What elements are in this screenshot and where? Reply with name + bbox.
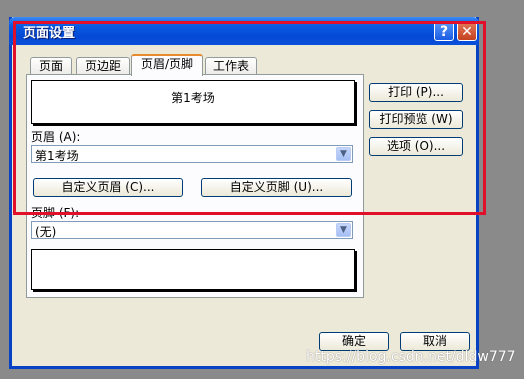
footer-select-value: (无) bbox=[35, 225, 57, 239]
header-preview-text: 第1考场 bbox=[171, 91, 215, 105]
header-preview: 第1考场 bbox=[31, 80, 355, 124]
help-button[interactable]: ? bbox=[434, 21, 454, 41]
header-select[interactable]: 第1考场 ▼ bbox=[31, 145, 353, 163]
footer-preview bbox=[31, 249, 355, 290]
print-preview-button[interactable]: 打印预览 (W) bbox=[369, 110, 463, 129]
custom-footer-button[interactable]: 自定义页脚 (U)... bbox=[201, 178, 352, 197]
tab-margins[interactable]: 页边距 bbox=[76, 57, 130, 75]
tab-sheet[interactable]: 工作表 bbox=[205, 57, 257, 75]
custom-header-button[interactable]: 自定义页眉 (C)... bbox=[33, 178, 183, 197]
tab-header-footer[interactable]: 页眉/页脚 bbox=[131, 54, 203, 76]
tab-page[interactable]: 页面 bbox=[30, 57, 72, 75]
header-label: 页眉 (A): bbox=[31, 130, 81, 144]
window-title: 页面设置 bbox=[23, 26, 76, 41]
footer-label: 页脚 (F): bbox=[31, 206, 80, 220]
options-button[interactable]: 选项 (O)... bbox=[369, 137, 463, 156]
chevron-down-icon[interactable]: ▼ bbox=[336, 223, 351, 237]
chevron-down-icon[interactable]: ▼ bbox=[336, 147, 351, 161]
footer-select[interactable]: (无) ▼ bbox=[31, 221, 353, 239]
watermark-text: https://blog.csdn.net/dldw777 bbox=[306, 349, 516, 365]
title-bar[interactable]: 页面设置 ? ✕ bbox=[9, 17, 479, 45]
header-select-value: 第1考场 bbox=[35, 149, 79, 163]
print-button[interactable]: 打印 (P)... bbox=[369, 83, 463, 102]
close-button[interactable]: ✕ bbox=[457, 21, 477, 41]
